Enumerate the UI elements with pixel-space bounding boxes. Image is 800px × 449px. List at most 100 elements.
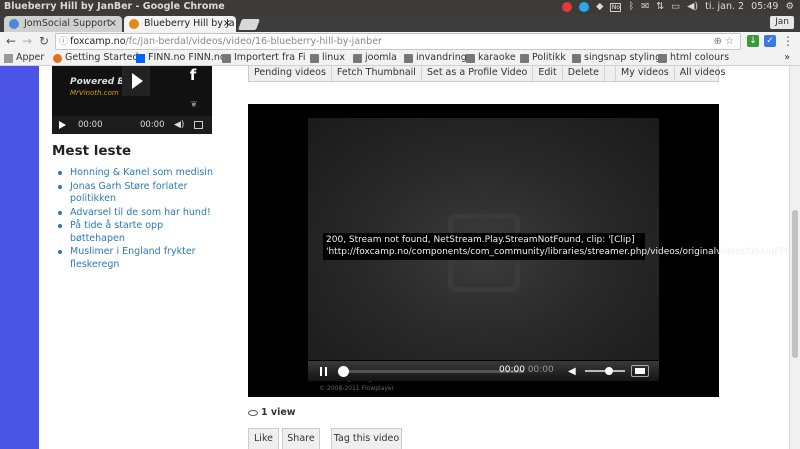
video-player[interactable]: 200, Stream not found, NetStream.Play.St… — [248, 104, 789, 397]
list-item[interactable]: Advarsel til de som har hund! — [56, 207, 218, 220]
pending-videos-button[interactable]: Pending videos — [249, 66, 332, 81]
stream-error-message: 200, Stream not found, NetStream.Play.St… — [323, 233, 789, 260]
time-current: 00:00 — [499, 365, 525, 375]
bookmark-finn[interactable]: FINN.no FINN.no — [136, 51, 226, 65]
page-info-icon[interactable]: ⓘ — [59, 35, 68, 49]
bookmark-folder-politikk[interactable]: Politikk — [520, 51, 566, 65]
all-videos-button[interactable]: All videos — [675, 66, 731, 81]
time-total: 00:00 — [527, 365, 554, 375]
skype-icon[interactable] — [579, 2, 590, 12]
my-videos-button[interactable]: My videos — [616, 66, 675, 81]
list-item[interactable]: På tide å starte opp bøttehapen — [56, 220, 218, 245]
back-arrow-icon[interactable]: ← — [4, 33, 18, 49]
edit-button[interactable]: Edit — [533, 66, 563, 81]
mini-fullscreen-icon[interactable] — [194, 121, 203, 129]
close-tab-icon[interactable]: × — [223, 16, 231, 32]
forward-arrow-icon[interactable]: → — [20, 33, 34, 49]
volume-icon[interactable]: ◀) — [687, 0, 698, 14]
time-display: 00:00 00:00 — [499, 365, 554, 375]
reload-icon[interactable]: ↻ — [37, 33, 51, 49]
folder-icon — [222, 53, 231, 63]
mini-time-total: 00:00 — [140, 120, 165, 130]
tag-video-button[interactable]: Tag this video — [331, 428, 402, 449]
most-read-list: Honning & Kanel som medisin Jonas Garh S… — [56, 167, 218, 272]
facebook-icon[interactable]: f — [178, 66, 208, 86]
view-count: 1 view — [248, 407, 296, 418]
pause-icon[interactable] — [320, 367, 327, 376]
mail-icon[interactable]: ✉ — [641, 0, 649, 14]
bookmarks-bar: Apper Getting Started FINN.no FINN.no Im… — [0, 51, 800, 66]
volume-handle[interactable] — [605, 367, 613, 375]
bookmark-star-icon[interactable]: ☆ — [725, 36, 734, 47]
address-bar[interactable]: ⓘ foxcamp.no/fc/jan-berdal/videos/video/… — [55, 33, 741, 50]
tab-favicon-icon — [129, 19, 139, 29]
tab-strip: JomSocial Support × Blueberry Hill by Ja… — [0, 14, 800, 32]
fetch-thumbnail-button[interactable]: Fetch Thumbnail — [332, 66, 422, 81]
fullscreen-icon[interactable] — [631, 365, 649, 377]
url-host: foxcamp.no — [70, 36, 126, 47]
page-scrollbar[interactable] — [789, 66, 800, 449]
list-item[interactable]: Honning & Kanel som medisin — [56, 167, 218, 180]
folder-icon — [466, 53, 475, 63]
volume-icon[interactable]: ◀ — [568, 366, 576, 377]
folder-icon — [520, 53, 529, 63]
bookmark-getting-started[interactable]: Getting Started — [53, 51, 138, 65]
mini-play-icon[interactable] — [59, 121, 66, 129]
settings-gear-icon[interactable]: ⚙ — [785, 0, 794, 14]
mini-player-controls: 00:00 00:00 ◀) — [52, 116, 212, 134]
set-profile-video-button[interactable]: Set as a Profile Video — [422, 66, 534, 81]
progress-handle[interactable] — [338, 366, 349, 377]
scrollbar-thumb[interactable] — [792, 210, 798, 358]
delete-button[interactable]: Delete — [563, 66, 605, 81]
bookmark-folder-linux[interactable]: linux — [310, 51, 345, 65]
mini-volume-icon[interactable]: ◀) — [174, 116, 184, 134]
sidebar-mini-player[interactable]: Powered By MrVinoth.com f ❦ 00:00 00:00 … — [52, 66, 212, 134]
list-item[interactable]: Jonas Garh Støre forlater politikken — [56, 181, 218, 206]
extension-check-icon[interactable]: ✓ — [764, 35, 776, 47]
folder-icon — [310, 53, 319, 63]
progress-track[interactable] — [340, 370, 524, 373]
folder-icon — [353, 53, 362, 63]
list-item[interactable]: Muslimer i England frykter fleskeregn — [56, 246, 218, 271]
bookmarks-overflow-button[interactable]: » — [784, 51, 790, 65]
tab-blueberry-hill[interactable]: Blueberry Hill by Ja × — [124, 16, 236, 32]
bookmark-folder-invandring[interactable]: invandring — [404, 51, 467, 65]
clock-date[interactable]: ti. jan. 2 — [705, 0, 744, 14]
folder-icon — [658, 53, 667, 63]
clock-time[interactable]: 05:49 — [751, 0, 778, 14]
most-read-heading: Mest leste — [52, 143, 132, 159]
firefox-icon — [53, 53, 62, 63]
chrome-icon[interactable] — [562, 2, 573, 12]
bookmark-apps[interactable]: Apper — [4, 51, 44, 65]
keyboard-layout-indicator[interactable]: No — [610, 2, 622, 12]
network-icon[interactable]: ⇅ — [656, 0, 664, 14]
bookmark-folder-singsnap[interactable]: singsnap styling — [572, 51, 661, 65]
zoom-icon[interactable]: ⊕ — [713, 36, 721, 47]
view-count-label: 1 view — [261, 407, 296, 418]
twitter-icon[interactable]: ❦ — [180, 100, 208, 114]
like-button[interactable]: Like — [248, 428, 279, 449]
flowplayer-copyright: © 2008-2011 Flowplayer — [319, 385, 395, 392]
new-tab-button[interactable] — [237, 19, 261, 30]
bookmark-folder-karaoke[interactable]: karaoke — [466, 51, 516, 65]
os-top-bar: Blueberry Hill by JanBer - Google Chrome… — [0, 0, 800, 14]
close-tab-icon[interactable]: × — [109, 16, 117, 32]
share-button[interactable]: Share — [282, 428, 320, 449]
video-toolbar: Pending videos Fetch Thumbnail Set as a … — [248, 66, 725, 82]
url-path: /fc/jan-berdal/videos/video/16-blueberry… — [125, 36, 382, 47]
tab-favicon-icon — [9, 19, 19, 29]
play-icon[interactable] — [122, 66, 150, 96]
extension-download-icon[interactable]: ↓ — [747, 35, 759, 47]
player-controls: 00:00 00:00 ◀ — [308, 361, 659, 381]
finn-icon — [136, 53, 145, 63]
menu-kebab-icon[interactable]: ⋮ — [781, 33, 795, 49]
dropbox-icon[interactable]: ◆ — [596, 0, 603, 14]
page-content: Powered By MrVinoth.com f ❦ 00:00 00:00 … — [39, 66, 789, 449]
bookmark-folder-joomla[interactable]: joomla — [353, 51, 397, 65]
bookmark-folder-html-colours[interactable]: html colours — [658, 51, 729, 65]
battery-icon[interactable]: ▭ — [671, 0, 680, 14]
bluetooth-icon[interactable]: ᛒ — [628, 0, 634, 14]
profile-button[interactable]: Jan — [770, 16, 794, 29]
bookmark-folder-importert[interactable]: Importert fra Fi — [222, 51, 306, 65]
tab-jomsocial[interactable]: JomSocial Support × — [4, 16, 122, 32]
